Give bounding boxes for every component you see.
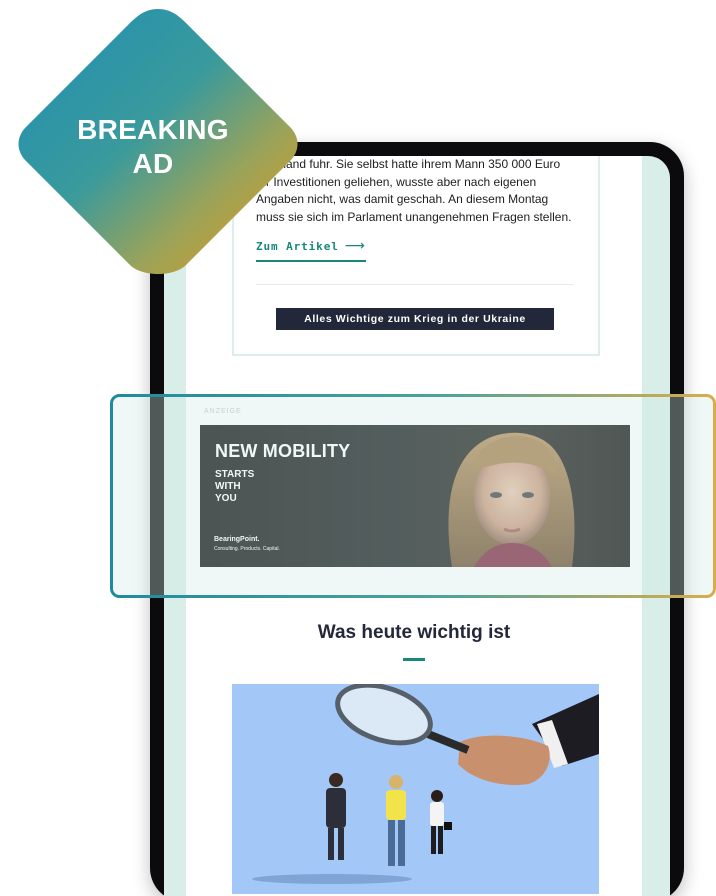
section-title: Was heute wichtig ist bbox=[317, 622, 511, 643]
ad-headline: NEW MOBILITY bbox=[215, 441, 351, 461]
ad-banner[interactable]: NEW MOBILITY STARTS WITH YOU BearingPoin… bbox=[200, 425, 630, 567]
ad-tagline: Consulting. Products. Capital. bbox=[214, 546, 280, 552]
ad-portrait-image bbox=[448, 432, 575, 567]
ad-subline: STARTS WITH YOU bbox=[215, 469, 255, 504]
breaking-ad-badge bbox=[18, 9, 298, 274]
arrow-right-icon: ⟶ bbox=[344, 238, 366, 254]
ukraine-news-button[interactable]: Alles Wichtige zum Krieg in der Ukraine bbox=[276, 308, 554, 330]
ad-brand-logo: BearingPoint. bbox=[214, 536, 260, 543]
section-title-underline bbox=[403, 658, 425, 661]
article-teaser-image[interactable] bbox=[232, 684, 599, 894]
ad-label: ANZEIGE bbox=[204, 408, 242, 415]
